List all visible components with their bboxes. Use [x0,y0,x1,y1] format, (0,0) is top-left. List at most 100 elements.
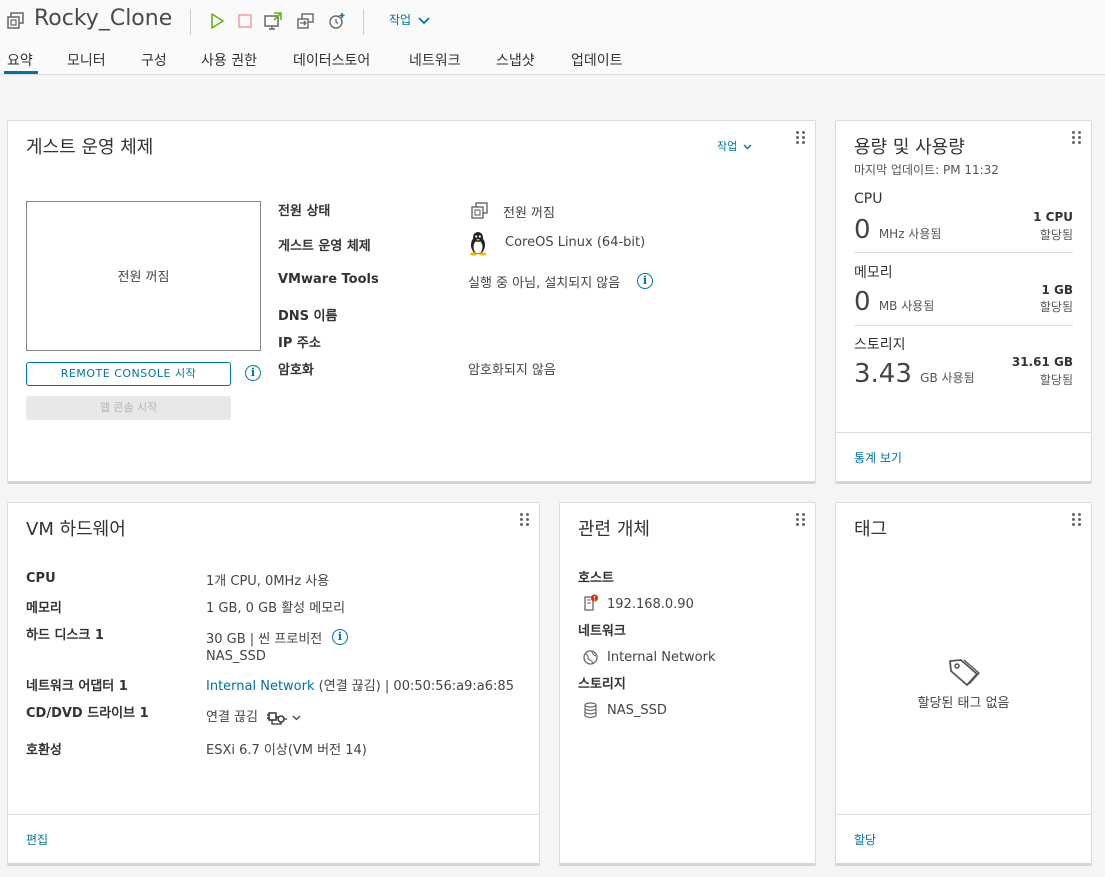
vm-powered-off-icon [471,202,488,219]
launch-console-icon[interactable] [263,11,283,31]
tab-permissions[interactable]: 사용 권한 [201,50,257,70]
network-link[interactable]: Internal Network [607,650,716,665]
chevron-down-icon [743,144,752,150]
drag-handle-icon[interactable] [1072,513,1082,527]
console-preview[interactable]: 전원 꺼짐 [26,201,261,351]
memory-total: 1 GB [1041,283,1073,297]
datastore-link[interactable]: NAS_SSD [607,703,667,718]
storage-label: 스토리지 [578,677,626,692]
dns-name-label: DNS 이름 [278,309,338,324]
divider [190,9,191,35]
datastore-icon [584,702,597,719]
storage-allocated: 할당됨 [1039,373,1073,387]
tag-icon [949,659,981,686]
hw-disk-value: 30 GB | 씬 프로비전 [206,632,323,647]
power-state-label: 전원 상태 [278,204,331,219]
linux-penguin-icon [470,232,486,256]
cpu-usage-value: 0 [854,215,871,245]
storage-usage: 3.43 GB 사용됨 [854,359,975,389]
hw-disk-datastore-link[interactable]: NAS_SSD [206,649,266,664]
plug-icon [267,711,288,725]
drag-handle-icon[interactable] [1072,131,1082,145]
network-globe-icon [583,650,598,665]
migrate-icon[interactable] [296,11,316,31]
assign-tag-link[interactable]: 할당 [854,831,876,848]
card-actions-menu[interactable]: 작업 [717,138,752,154]
tab-configure[interactable]: 구성 [141,50,167,70]
cpu-label: CPU [854,191,883,207]
encryption-label: 암호화 [278,363,314,378]
cpu-allocated: 할당됨 [1039,228,1073,242]
guest-os-value: CoreOS Linux (64-bit) [505,235,646,250]
memory-usage-unit: MB 사용됨 [878,299,935,313]
vmware-tools-label: VMware Tools [278,272,379,287]
divider [836,432,1091,433]
storage-label: 스토리지 [854,337,906,353]
hw-memory-label: 메모리 [26,601,62,616]
actions-menu[interactable]: 작업 [389,11,430,28]
tab-networks[interactable]: 네트워크 [409,50,461,70]
vm-icon [7,12,24,29]
capacity-card: 용량 및 사용량 마지막 업데이트: PM 11:32 CPU 0 MHz 사용… [835,120,1092,484]
cpu-total: 1 CPU [1033,210,1073,224]
drag-handle-icon[interactable] [796,513,806,527]
guest-os-label: 게스트 운영 체제 [278,239,371,254]
divider [854,325,1073,326]
hw-nic-value: Internal Network (연결 끊김) | 00:50:56:a9:a… [206,675,514,694]
hw-cd-label: CD/DVD 드라이브 1 [26,706,149,721]
tab-updates[interactable]: 업데이트 [571,50,623,70]
no-tags-message: 할당된 태그 없음 [917,696,1010,711]
chevron-down-icon [418,16,430,24]
hw-compat-label: 호환성 [26,743,62,758]
vmware-tools-value: 실행 중 아님, 설치되지 않음 [468,276,621,291]
host-link[interactable]: 192.168.0.90 [607,597,694,612]
hw-nic-label: 네트워크 어댑터 1 [26,679,128,694]
power-state-value: 전원 꺼짐 [503,206,555,221]
drag-handle-icon[interactable] [796,131,806,145]
hw-cd-value[interactable]: 연결 끊김 [206,706,301,726]
card-title: 용량 및 사용량 [854,137,965,158]
hw-nic-status: (연결 끊김) | 00:50:56:a9:a6:85 [318,679,514,694]
cpu-usage-unit: MHz 사용됨 [878,227,942,241]
tab-monitor[interactable]: 모니터 [67,50,106,70]
power-off-icon[interactable] [235,11,255,31]
drag-handle-icon[interactable] [520,513,530,527]
network-label: 네트워크 [578,624,626,639]
hw-memory-value: 1 GB, 0 GB 활성 메모리 [206,601,346,616]
hw-cpu-value: 1개 CPU, 0MHz 사용 [206,574,330,589]
host-label: 호스트 [578,571,614,586]
hw-compat-value: ESXi 6.7 이상(VM 버전 14) [206,743,367,758]
vm-hardware-card: VM 하드웨어 CPU 1개 CPU, 0MHz 사용 메모리 1 GB, 0 … [7,502,540,866]
page-title: Rocky_Clone [34,6,173,31]
view-stats-link[interactable]: 통계 보기 [854,449,902,466]
power-on-icon[interactable] [207,11,227,31]
host-alert-icon [584,594,598,611]
hw-nic-network-link[interactable]: Internal Network [206,679,315,694]
memory-allocated: 할당됨 [1039,300,1073,314]
storage-usage-value: 3.43 [854,359,912,389]
info-icon[interactable]: i [637,273,653,289]
tab-snapshots[interactable]: 스냅샷 [496,50,535,70]
card-title: VM 하드웨어 [26,519,126,540]
divider [854,252,1073,253]
snapshot-icon[interactable] [327,11,347,31]
guest-os-card: 게스트 운영 체제 작업 전원 꺼짐 REMOTE CONSOLE 시작 i 웹… [7,120,816,484]
ip-address-label: IP 주소 [278,336,321,351]
tab-datastores[interactable]: 데이터스토어 [293,50,370,70]
card-title: 게스트 운영 체제 [26,137,154,158]
divider [8,814,539,815]
info-icon[interactable]: i [332,629,348,645]
remote-console-button[interactable]: REMOTE CONSOLE 시작 [26,362,231,386]
cpu-usage: 0 MHz 사용됨 [854,215,941,245]
edit-link[interactable]: 편집 [26,831,48,848]
header: Rocky_Clone 작업 요약 모니터 구성 사용 권한 데이터스토어 네트… [0,0,1105,75]
web-console-button: 웹 콘솔 시작 [26,396,231,420]
info-icon[interactable]: i [245,365,261,381]
memory-label: 메모리 [854,265,893,281]
console-state: 전원 꺼짐 [117,270,170,285]
encryption-value: 암호화되지 않음 [468,363,556,378]
hw-cd-status: 연결 끊김 [206,710,258,725]
memory-usage: 0 MB 사용됨 [854,287,934,317]
tab-summary[interactable]: 요약 [7,50,33,70]
storage-usage-unit: GB 사용됨 [920,371,975,385]
